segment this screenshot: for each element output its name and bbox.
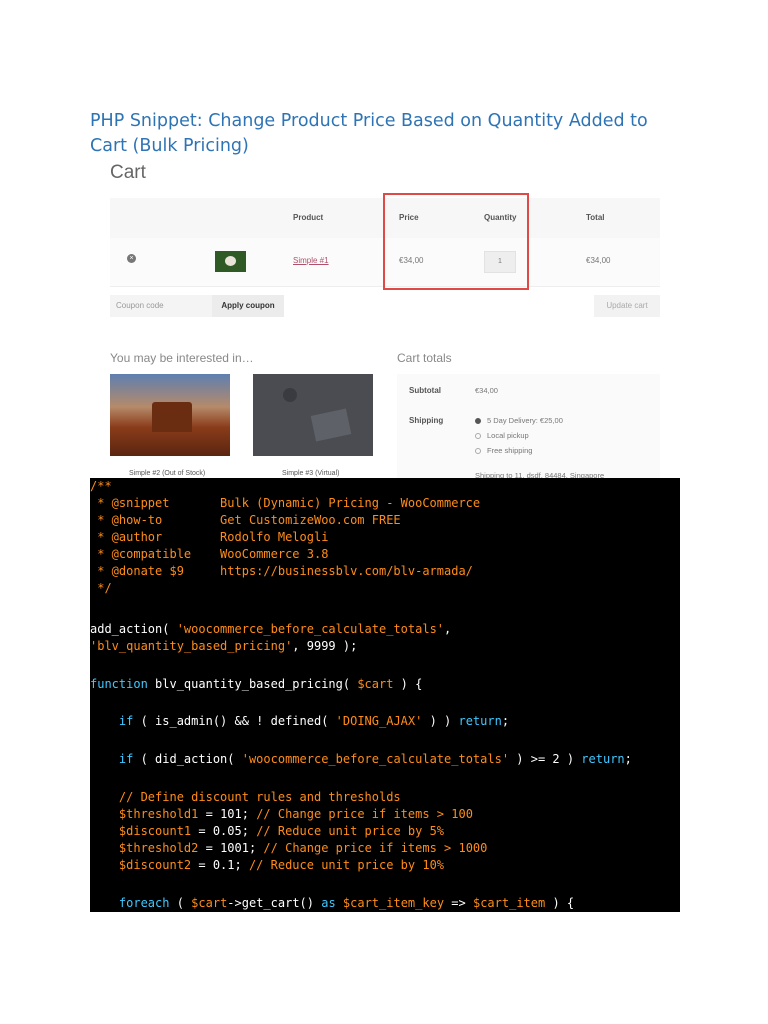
remove-item-icon[interactable]: × <box>127 254 136 263</box>
cart-screenshot: Cart Product Price Quantity Total × Simp… <box>90 155 670 480</box>
code-line: 'blv_quantity_based_pricing', 9999 ); <box>90 639 358 653</box>
subtotal-value: €34,00 <box>475 386 498 395</box>
code-line: if ( is_admin() && ! defined( 'DOING_AJA… <box>118 714 510 728</box>
apply-coupon-button[interactable]: Apply coupon <box>212 295 284 317</box>
code-line: foreach ( $cart->get_cart() as $cart_ite… <box>118 896 575 910</box>
code-line: // Define discount rules and thresholds <box>90 790 401 804</box>
radio-icon <box>475 433 481 439</box>
product-thumbnail[interactable] <box>215 251 246 272</box>
code-line: add_action( 'woocommerce_before_calculat… <box>90 622 452 636</box>
radio-icon <box>475 448 481 454</box>
shipping-option[interactable]: Local pickup <box>475 431 529 440</box>
code-line: $threshold1 = 101; // Change price if it… <box>118 807 473 821</box>
code-line: * @how-to Get CustomizeWoo.com FREE <box>90 513 401 527</box>
update-cart-button[interactable]: Update cart <box>594 295 660 317</box>
product-image-desert[interactable] <box>110 374 230 456</box>
subtotal-label: Subtotal <box>409 386 441 395</box>
code-line: * @donate $9 https://businessblv.com/blv… <box>90 564 473 578</box>
item-total: €34,00 <box>586 256 611 265</box>
cart-heading: Cart <box>110 162 146 183</box>
cart-totals-panel: Subtotal €34,00 Shipping 5 Day Delivery:… <box>397 374 660 480</box>
radio-selected-icon <box>475 418 481 424</box>
product-image-desk[interactable] <box>253 374 373 456</box>
shipping-option[interactable]: Free shipping <box>475 446 532 455</box>
code-line: * @author Rodolfo Melogli <box>90 530 329 544</box>
product-link[interactable]: Simple #1 <box>293 256 329 265</box>
cart-totals-heading: Cart totals <box>397 351 452 365</box>
code-line: if ( did_action( 'woocommerce_before_cal… <box>118 752 632 766</box>
column-product: Product <box>293 213 324 222</box>
suggestion-caption[interactable]: Simple #3 (Virtual) <box>282 470 339 477</box>
suggestion-caption[interactable]: Simple #2 (Out of Stock) <box>129 470 205 477</box>
cross-sells-heading: You may be interested in… <box>110 351 254 365</box>
article-title: PHP Snippet: Change Product Price Based … <box>90 111 648 156</box>
column-total: Total <box>586 213 605 222</box>
code-line: $discount1 = 0.05; // Reduce unit price … <box>118 824 445 838</box>
code-line: $threshold2 = 1001; // Change price if i… <box>118 841 488 855</box>
shipping-option[interactable]: 5 Day Delivery: €25,00 <box>475 416 563 425</box>
code-line: * @snippet Bulk (Dynamic) Pricing - WooC… <box>90 496 481 510</box>
code-line: /** <box>90 479 112 493</box>
code-line: $discount2 = 0.1; // Reduce unit price b… <box>118 858 445 872</box>
coupon-code-input[interactable]: Coupon code <box>110 295 212 317</box>
code-line: * @compatible WooCommerce 3.8 <box>90 547 329 561</box>
code-line: function blv_quantity_based_pricing( $ca… <box>90 677 423 691</box>
code-block: /** * @snippet Bulk (Dynamic) Pricing - … <box>90 478 680 912</box>
price-quantity-highlight <box>383 193 529 290</box>
code-line: */ <box>90 581 112 595</box>
shipping-label: Shipping <box>409 416 444 425</box>
